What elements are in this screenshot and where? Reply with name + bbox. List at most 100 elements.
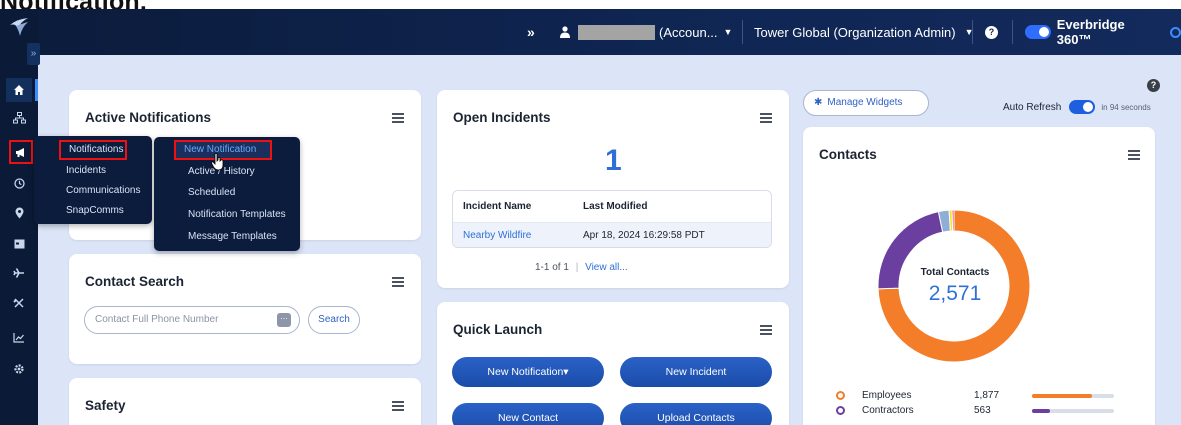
search-placeholder: Contact Full Phone Number bbox=[95, 314, 219, 325]
legend-label: Contractors bbox=[862, 405, 914, 416]
manage-widgets-button[interactable]: ✱ Manage Widgets bbox=[803, 90, 929, 116]
menu-item-notification-templates[interactable]: Notification Templates bbox=[178, 205, 324, 225]
view-all-link[interactable]: View all... bbox=[585, 262, 628, 273]
menu-item-scheduled[interactable]: Scheduled bbox=[178, 183, 324, 203]
menu-icon[interactable] bbox=[760, 325, 772, 335]
menu-icon[interactable] bbox=[760, 113, 772, 123]
sidebar-expand-button[interactable]: » bbox=[27, 43, 40, 65]
legend-marker bbox=[836, 406, 845, 415]
sidebar-item-travel[interactable] bbox=[6, 261, 32, 285]
safety-card: Safety bbox=[69, 378, 421, 425]
new-notification-button[interactable]: New Notification▾ bbox=[452, 357, 604, 387]
sidebar-item-notifications[interactable] bbox=[9, 140, 33, 164]
keypad-icon[interactable]: ⋯ bbox=[277, 313, 291, 327]
menu-item-active-history[interactable]: Active / History bbox=[178, 162, 324, 182]
redacted-user-name bbox=[578, 24, 655, 40]
new-incident-button[interactable]: New Incident bbox=[620, 357, 772, 387]
table-row[interactable]: Nearby Wildfire Apr 18, 2024 16:29:58 PD… bbox=[453, 223, 771, 247]
legend-bar-track bbox=[1032, 394, 1114, 398]
search-button[interactable]: Search bbox=[308, 306, 360, 334]
account-label: (Accoun... bbox=[659, 24, 718, 40]
menu-icon[interactable] bbox=[392, 277, 404, 287]
card-title: Active Notifications bbox=[85, 110, 212, 125]
hand-cursor-icon bbox=[211, 153, 224, 171]
line-chart-icon bbox=[13, 332, 24, 343]
legend-bar-fill bbox=[1032, 394, 1092, 398]
product-switcher[interactable]: Everbridge 360™ bbox=[1025, 9, 1181, 55]
legend-value: 1,877 bbox=[974, 390, 1000, 401]
notifications-flyout-menu: Notifications Incidents Communications S… bbox=[34, 136, 152, 224]
incidents-pagination: 1-1 of 1 | View all... bbox=[535, 262, 628, 273]
notifications-submenu: New Notification Active / History Schedu… bbox=[154, 137, 300, 251]
donut-segment-4[interactable] bbox=[951, 209, 955, 232]
topbar-divider bbox=[742, 20, 743, 44]
calendar-icon bbox=[14, 239, 24, 248]
topbar-divider bbox=[972, 20, 973, 44]
product-toggle[interactable] bbox=[1025, 25, 1051, 39]
clock-icon bbox=[13, 177, 25, 189]
everbridge-logo-icon bbox=[10, 18, 28, 36]
sidebar-item-settings[interactable] bbox=[6, 357, 32, 381]
refresh-countdown: in 94 seconds bbox=[1101, 102, 1151, 112]
card-title: Quick Launch bbox=[453, 322, 543, 337]
info-circle-icon bbox=[1170, 26, 1181, 38]
sidebar-active-indicator bbox=[35, 79, 38, 101]
menu-item-message-templates[interactable]: Message Templates bbox=[178, 227, 324, 247]
home-icon bbox=[14, 85, 24, 95]
menu-icon[interactable] bbox=[1128, 150, 1140, 160]
crossed-tools-icon bbox=[13, 298, 24, 308]
upload-contacts-button[interactable]: Upload Contacts bbox=[620, 403, 772, 425]
sidebar-item-home[interactable] bbox=[6, 78, 32, 102]
sidebar-item-locations[interactable] bbox=[6, 201, 32, 225]
question-circle-icon: ? bbox=[985, 25, 998, 39]
auto-refresh-label: Auto Refresh bbox=[1003, 101, 1062, 113]
card-title: Safety bbox=[85, 398, 126, 413]
question-circle-icon[interactable]: ? bbox=[1147, 79, 1160, 92]
megaphone-icon bbox=[16, 147, 24, 157]
account-menu[interactable]: (Accoun... ▼ bbox=[560, 9, 732, 55]
open-incidents-count[interactable]: 1 bbox=[605, 144, 622, 178]
gear-icon: ✱ bbox=[814, 97, 823, 108]
double-chevron-right-icon: » bbox=[527, 24, 535, 40]
card-title: Open Incidents bbox=[453, 110, 551, 125]
contact-phone-search-input[interactable]: Contact Full Phone Number ⋯ bbox=[84, 306, 300, 334]
org-chart-icon bbox=[12, 112, 26, 124]
table-header: Incident Name Last Modified bbox=[453, 191, 771, 223]
auto-refresh-control: Auto Refresh in 94 seconds bbox=[1003, 100, 1151, 114]
column-header-last-modified[interactable]: Last Modified bbox=[583, 191, 647, 223]
location-pin-icon bbox=[15, 207, 23, 219]
legend-bar-track bbox=[1032, 409, 1114, 413]
topbar-divider bbox=[1012, 20, 1013, 44]
column-header-incident-name[interactable]: Incident Name bbox=[463, 191, 531, 223]
user-icon bbox=[560, 26, 570, 38]
menu-icon[interactable] bbox=[392, 113, 404, 123]
incident-name-link[interactable]: Nearby Wildfire bbox=[463, 223, 531, 247]
sidebar-item-tools[interactable] bbox=[6, 291, 32, 315]
card-title: Contacts bbox=[819, 147, 877, 162]
legend-bar-fill bbox=[1032, 409, 1051, 413]
organization-label: Tower Global (Organization Admin) bbox=[754, 24, 956, 40]
menu-icon[interactable] bbox=[392, 401, 404, 411]
legend-value: 563 bbox=[974, 405, 991, 416]
new-contact-button[interactable]: New Contact bbox=[452, 403, 604, 425]
sidebar-item-scheduling[interactable] bbox=[6, 171, 32, 195]
incidents-table: Incident Name Last Modified Nearby Wildf… bbox=[452, 190, 772, 248]
manage-widgets-label: Manage Widgets bbox=[827, 97, 903, 108]
sidebar-item-organization[interactable] bbox=[6, 106, 32, 130]
collapse-toggle-button[interactable]: » bbox=[527, 9, 535, 55]
help-button[interactable]: ? bbox=[985, 9, 998, 55]
total-contacts-value: 2,571 bbox=[928, 282, 982, 305]
caret-down-icon: ▼ bbox=[723, 27, 733, 37]
sidebar-item-analytics[interactable] bbox=[6, 325, 32, 349]
incident-last-modified: Apr 18, 2024 16:29:58 PDT bbox=[583, 230, 705, 241]
auto-refresh-toggle[interactable] bbox=[1069, 100, 1096, 114]
card-title: Contact Search bbox=[85, 274, 185, 289]
product-label: Everbridge 360™ bbox=[1056, 17, 1125, 47]
sidebar-item-calendar[interactable] bbox=[6, 231, 32, 255]
menu-item-notifications[interactable]: Notifications bbox=[59, 140, 127, 160]
screenshot: Notification. » (Accoun... ▼ Tower Globa… bbox=[0, 0, 1181, 425]
pagination-range: 1-1 of 1 bbox=[535, 262, 569, 273]
legend-label: Employees bbox=[862, 390, 912, 401]
settings-icon bbox=[14, 364, 24, 374]
organization-menu[interactable]: Tower Global (Organization Admin) ▼ bbox=[754, 9, 974, 55]
